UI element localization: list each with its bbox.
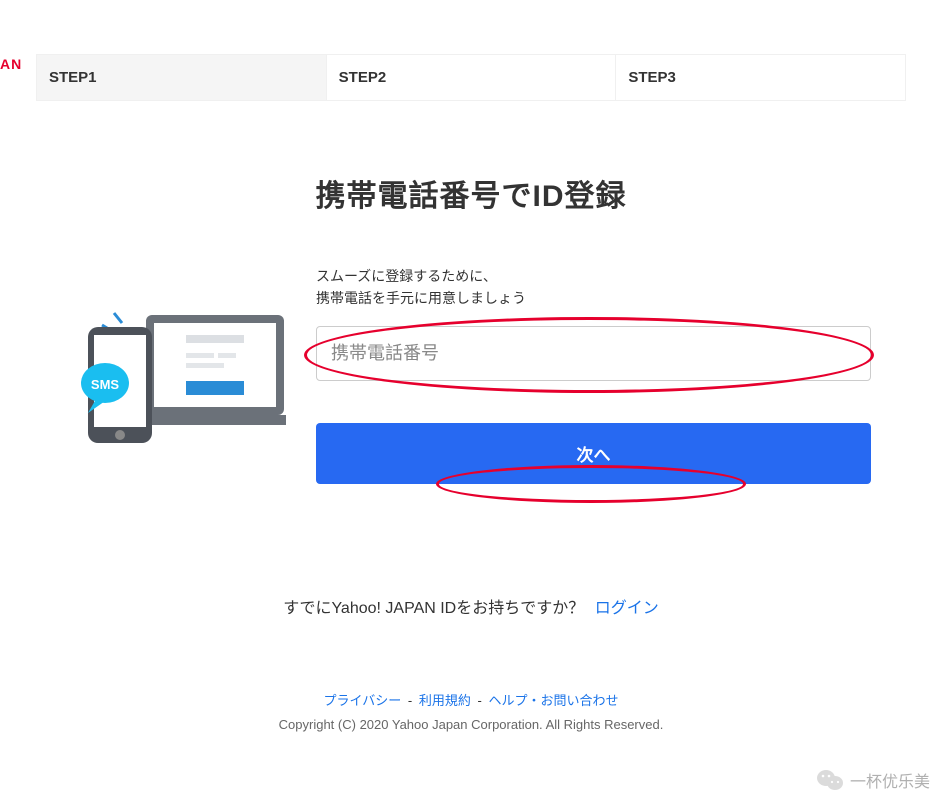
- sms-illustration: SMS: [36, 273, 286, 458]
- instruction-line1: スムーズに登録するために、: [316, 268, 497, 284]
- instruction-line2: 携帯電話を手元に用意しましょう: [316, 290, 526, 306]
- step-2: STEP2: [327, 55, 617, 100]
- step-progress-bar: STEP1 STEP2 STEP3: [36, 54, 906, 101]
- logo-fragment: AN: [0, 56, 22, 72]
- privacy-link[interactable]: プライバシー: [324, 693, 402, 708]
- next-button[interactable]: 次へ: [316, 423, 871, 484]
- wechat-icon: [816, 768, 844, 792]
- sms-icon-label: SMS: [91, 377, 120, 392]
- watermark: 一杯优乐美: [816, 768, 930, 792]
- terms-link[interactable]: 利用規約: [419, 693, 471, 708]
- already-have-id-section: すでにYahoo! JAPAN IDをお持ちですか？ ログイン: [0, 594, 942, 618]
- footer: プライバシー - 利用規約 - ヘルプ・お問い合わせ Copyright (C)…: [0, 690, 942, 732]
- phone-number-input[interactable]: [316, 326, 871, 381]
- form-area: SMS スムーズに登録するために、 携帯電話を手元に用意しましょう 次へ: [0, 265, 942, 484]
- step-1: STEP1: [37, 55, 327, 100]
- form-right: スムーズに登録するために、 携帯電話を手元に用意しましょう 次へ: [316, 265, 871, 484]
- instruction-text: スムーズに登録するために、 携帯電話を手元に用意しましょう: [316, 265, 871, 310]
- separator: -: [408, 693, 412, 708]
- step-3: STEP3: [616, 55, 905, 100]
- footer-links: プライバシー - 利用規約 - ヘルプ・お問い合わせ: [0, 690, 942, 709]
- page-title: 携帯電話番号でID登録: [0, 171, 942, 215]
- login-link[interactable]: ログイン: [595, 600, 659, 617]
- already-text: すでにYahoo! JAPAN IDをお持ちですか？: [283, 600, 584, 617]
- help-link[interactable]: ヘルプ・お問い合わせ: [488, 693, 618, 708]
- separator: -: [478, 693, 482, 708]
- copyright-text: Copyright (C) 2020 Yahoo Japan Corporati…: [0, 717, 942, 732]
- main-content: 携帯電話番号でID登録: [0, 171, 942, 732]
- watermark-text: 一杯优乐美: [850, 768, 930, 792]
